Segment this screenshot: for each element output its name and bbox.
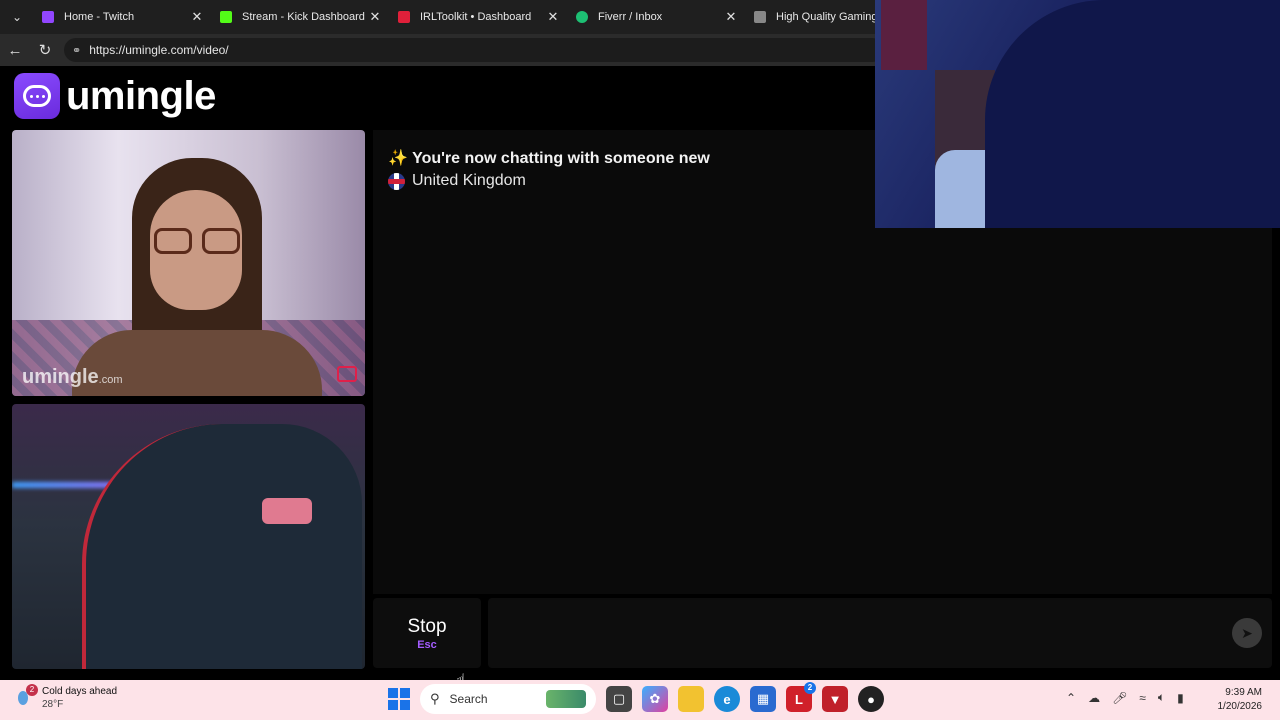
chevron-up-icon[interactable]: ⌃ xyxy=(1066,691,1076,705)
close-tab-icon[interactable]: ✕ xyxy=(368,9,382,25)
weather-headline: Cold days ahead xyxy=(42,686,118,697)
tab-twitch[interactable]: Home - Twitch ✕ xyxy=(34,0,212,34)
close-tab-icon[interactable]: ✕ xyxy=(724,9,738,25)
back-arrow-icon[interactable]: ← xyxy=(0,42,30,59)
tab-fiverr[interactable]: Fiverr / Inbox ✕ xyxy=(568,0,746,34)
weather-icon: 2 xyxy=(14,684,38,709)
obs-app-icon[interactable]: ● xyxy=(858,686,884,712)
clock-date: 1/20/2026 xyxy=(1217,701,1263,712)
gaming-chair xyxy=(82,424,362,669)
wifi-icon[interactable]: ≈ xyxy=(1139,691,1146,705)
tab-list-chevron-icon[interactable]: ⌄ xyxy=(0,0,34,34)
streamer-webcam-overlay xyxy=(875,0,1280,228)
clock-time: 9:39 AM xyxy=(1225,687,1262,698)
microsoft-store-icon[interactable]: ▦ xyxy=(750,686,776,712)
irltoolkit-icon xyxy=(398,11,410,23)
sparkles-icon: ✨ xyxy=(388,150,408,167)
battery-icon[interactable]: ▮ xyxy=(1177,691,1184,705)
wall-poster xyxy=(881,0,927,70)
windows-taskbar: 2 Cold days ahead 28°F ⚲ Search ▢ ✿ e ▦ … xyxy=(0,680,1280,720)
tab-kick[interactable]: Stream - Kick Dashboard ✕ xyxy=(212,0,390,34)
windows-start-icon[interactable] xyxy=(388,688,410,710)
message-input[interactable] xyxy=(488,598,1272,668)
blanket xyxy=(985,0,1280,228)
close-tab-icon[interactable]: ✕ xyxy=(546,9,560,25)
weather-badge: 2 xyxy=(26,684,38,696)
stop-label: Stop xyxy=(407,615,447,637)
task-view-icon[interactable]: ▢ xyxy=(606,686,632,712)
system-tray: ⌃ ☁ 🎤︎ ≈ 🔈︎ ▮ xyxy=(1066,690,1184,705)
generic-site-icon xyxy=(754,11,766,23)
logo-text: umingle xyxy=(66,73,216,118)
chat-status-message: ✨ You're now chatting with someone new xyxy=(388,148,710,168)
uk-flag-icon xyxy=(388,172,405,190)
taskbar-search[interactable]: ⚲ Search xyxy=(420,684,596,714)
stop-shortcut: Esc xyxy=(417,638,437,651)
send-icon[interactable]: ➤ xyxy=(1232,618,1262,648)
weather-temp: 28°F xyxy=(42,699,64,710)
search-label: Search xyxy=(449,692,488,706)
reload-icon[interactable]: ↻ xyxy=(30,41,60,59)
tab-irltoolkit[interactable]: IRLToolkit • Dashboard ✕ xyxy=(390,0,568,34)
url-field[interactable]: ⚭ https://umingle.com/video/ xyxy=(64,38,884,62)
self-video xyxy=(12,404,365,669)
search-icon: ⚲ xyxy=(430,691,440,706)
microphone-icon[interactable]: 🎤︎ xyxy=(1112,691,1127,705)
tab-label: IRLToolkit • Dashboard xyxy=(420,11,532,23)
fiverr-icon xyxy=(576,11,588,23)
tab-label: Stream - Kick Dashboard xyxy=(242,11,365,23)
site-info-icon[interactable]: ⚭ xyxy=(72,44,81,57)
report-flag-icon[interactable] xyxy=(337,366,357,382)
search-highlight-icon xyxy=(546,690,586,708)
url-text: https://umingle.com/video/ xyxy=(89,43,229,57)
weather-widget[interactable]: 2 Cold days ahead 28°F xyxy=(14,684,118,711)
twitch-icon xyxy=(42,11,54,23)
site-logo[interactable]: umingle xyxy=(14,73,216,119)
system-clock[interactable]: 9:39 AM 1/20/2026 xyxy=(1218,686,1263,714)
copilot-icon[interactable]: ✿ xyxy=(642,686,668,712)
status-text: You're now chatting with someone new xyxy=(412,150,710,167)
stranger-country: United Kingdom xyxy=(388,172,526,190)
speaker-icon[interactable]: 🔈︎ xyxy=(1158,690,1165,705)
stranger-video: umingle.com xyxy=(12,130,365,396)
close-tab-icon[interactable]: ✕ xyxy=(190,9,204,25)
file-explorer-icon[interactable] xyxy=(678,686,704,712)
mcafee-icon[interactable]: ▼ xyxy=(822,686,848,712)
chair-detail xyxy=(262,498,312,524)
tab-label: Fiverr / Inbox xyxy=(598,11,663,23)
red-app-icon[interactable]: L2 xyxy=(786,682,816,712)
taskbar-apps: ⚲ Search ▢ ✿ e ▦ L2 ▼ ● xyxy=(388,682,884,714)
country-text: United Kingdom xyxy=(412,172,526,189)
app-badge: 2 xyxy=(804,682,816,694)
chat-bubble-logo-icon xyxy=(14,73,60,119)
tab-label: Home - Twitch xyxy=(64,11,135,23)
glasses xyxy=(154,228,240,256)
stop-button[interactable]: Stop Esc xyxy=(373,598,481,668)
edge-browser-icon[interactable]: e xyxy=(714,686,740,712)
onedrive-cloud-icon[interactable]: ☁ xyxy=(1088,691,1100,705)
video-watermark: umingle.com xyxy=(22,366,123,388)
kick-icon xyxy=(220,11,232,23)
